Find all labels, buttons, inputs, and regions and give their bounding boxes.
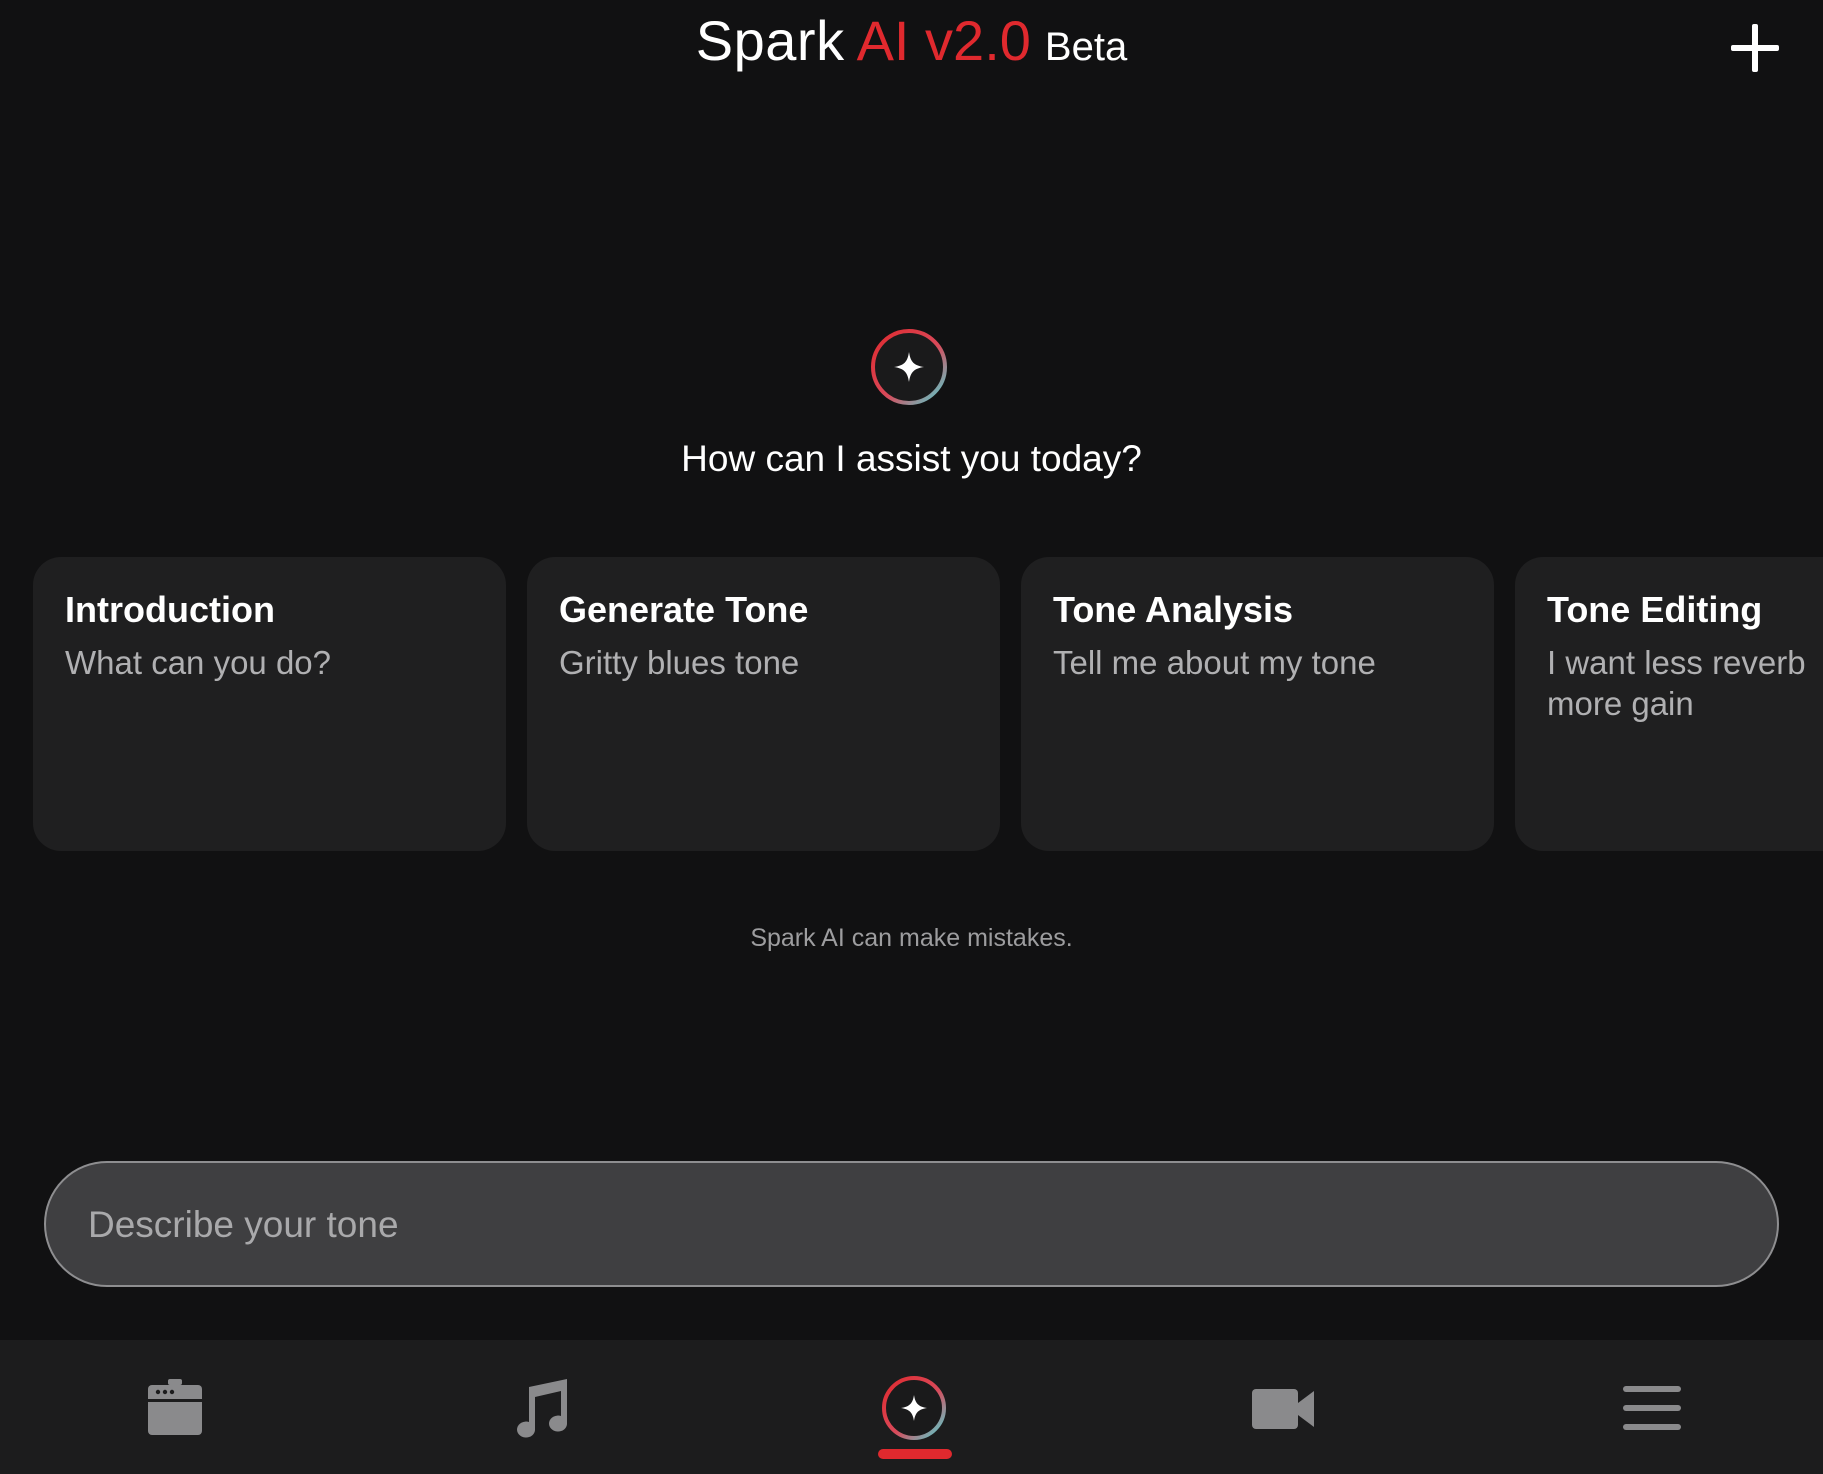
title-accent: AI v2.0 bbox=[856, 9, 1031, 72]
suggestion-card-generate-tone[interactable]: Generate Tone Gritty blues tone bbox=[527, 557, 1000, 851]
hamburger-menu-icon bbox=[1623, 1386, 1681, 1430]
describe-tone-input[interactable] bbox=[86, 1163, 1730, 1287]
card-subtitle: What can you do? bbox=[65, 644, 331, 681]
assist-prompt: How can I assist you today? bbox=[681, 438, 1142, 479]
suggestion-card-introduction[interactable]: Introduction What can you do? bbox=[33, 557, 506, 851]
sparkle-icon bbox=[869, 327, 949, 407]
music-note-icon bbox=[517, 1379, 568, 1438]
tone-input-container bbox=[44, 1161, 1779, 1287]
nav-item-music[interactable] bbox=[472, 1340, 612, 1474]
card-title: Tone Editing bbox=[1547, 589, 1763, 630]
header: Spark AI v2.0 Beta bbox=[0, 0, 1823, 100]
spark-ai-screen: Spark AI v2.0 Beta How can I assist you to… bbox=[0, 0, 1823, 1474]
amplifier-icon bbox=[148, 1379, 202, 1435]
sparkle-icon bbox=[882, 1376, 946, 1440]
card-subtitle: Gritty blues tone bbox=[559, 644, 800, 681]
video-camera-icon bbox=[1252, 1389, 1314, 1429]
active-tab-indicator bbox=[878, 1449, 952, 1459]
card-subtitle: I want less reverb more gain bbox=[1547, 644, 1806, 722]
plus-icon bbox=[1731, 24, 1779, 72]
nav-item-amp[interactable] bbox=[105, 1340, 245, 1474]
title-main: Spark bbox=[695, 9, 845, 72]
app-title: Spark AI v2.0 Beta bbox=[0, 8, 1823, 73]
card-title: Generate Tone bbox=[559, 589, 809, 630]
card-subtitle: Tell me about my tone bbox=[1053, 644, 1376, 681]
title-beta-badge: Beta bbox=[1044, 25, 1128, 69]
card-title: Introduction bbox=[65, 589, 275, 630]
disclaimer-text: Spark AI can make mistakes. bbox=[750, 924, 1073, 952]
suggestion-card-tone-editing[interactable]: Tone Editing I want less reverb more gai… bbox=[1515, 557, 1823, 851]
nav-item-menu[interactable] bbox=[1582, 1340, 1722, 1474]
new-chat-button[interactable] bbox=[1727, 20, 1783, 76]
suggestion-card-tone-analysis[interactable]: Tone Analysis Tell me about my tone bbox=[1021, 557, 1494, 851]
card-title: Tone Analysis bbox=[1053, 589, 1294, 630]
suggestion-cards: Introduction What can you do? Generate T… bbox=[33, 557, 1823, 851]
nav-item-video[interactable] bbox=[1213, 1340, 1353, 1474]
